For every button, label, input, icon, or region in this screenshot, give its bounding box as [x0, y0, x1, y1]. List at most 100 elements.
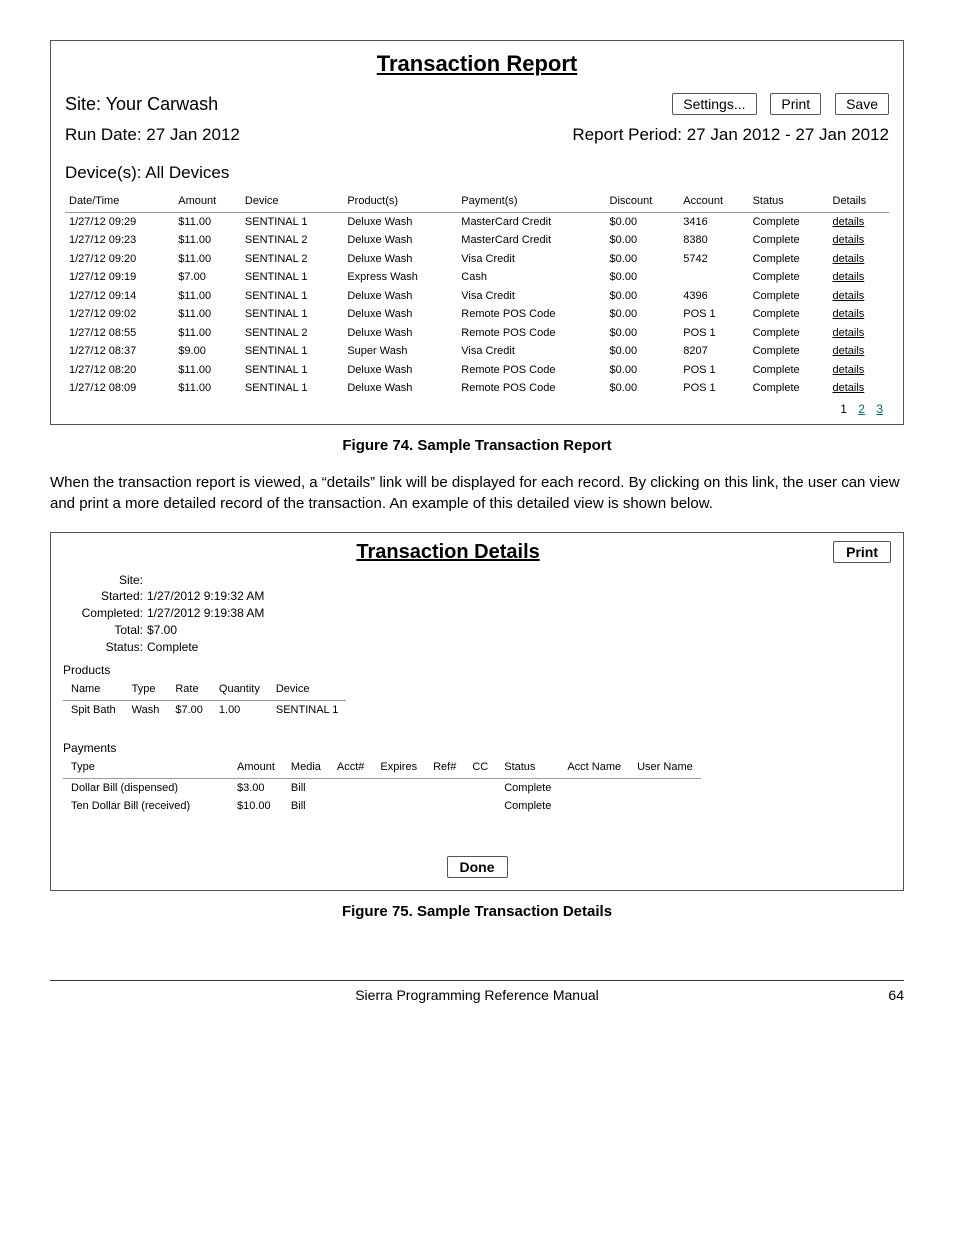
- cell-prod: Deluxe Wash: [343, 231, 457, 250]
- cell-dev: SENTINAL 1: [241, 287, 343, 306]
- details-link[interactable]: details: [833, 364, 865, 376]
- details-link[interactable]: details: [833, 290, 865, 302]
- payment-row: Ten Dollar Bill (received)$10.00Bill Comp…: [63, 797, 701, 816]
- meta-status-val: Complete: [147, 639, 198, 656]
- cell-amt: $11.00: [174, 250, 241, 269]
- pay-cell-acct: [329, 778, 373, 797]
- cell-dt: 1/27/12 08:09: [65, 379, 174, 398]
- cell-disc: $0.00: [606, 305, 680, 324]
- cell-acct: POS 1: [679, 324, 748, 343]
- pay-cell-media: Bill: [283, 778, 329, 797]
- meta-completed-val: 1/27/2012 9:19:38 AM: [147, 605, 264, 622]
- table-row: 1/27/12 09:14$11.00SENTINAL 1Deluxe Wash…: [65, 287, 889, 306]
- pay-col-username: User Name: [629, 757, 701, 778]
- col-account: Account: [679, 191, 748, 212]
- cell-disc: $0.00: [606, 231, 680, 250]
- pay-cell-status: Complete: [496, 797, 559, 816]
- details-print-button[interactable]: Print: [833, 541, 891, 563]
- pay-cell-acct: [329, 797, 373, 816]
- payments-table: Type Amount Media Acct# Expires Ref# CC …: [63, 757, 701, 816]
- cell-prod: Deluxe Wash: [343, 250, 457, 269]
- run-date: Run Date: 27 Jan 2012: [65, 125, 240, 145]
- cell-amt: $11.00: [174, 231, 241, 250]
- done-button[interactable]: Done: [447, 856, 508, 878]
- pay-cell-amt: $10.00: [229, 797, 283, 816]
- cell-dt: 1/27/12 09:19: [65, 268, 174, 287]
- cell-amt: $9.00: [174, 342, 241, 361]
- cell-pay: Remote POS Code: [457, 305, 605, 324]
- cell-dev: SENTINAL 1: [241, 268, 343, 287]
- cell-prod: Express Wash: [343, 268, 457, 287]
- transaction-table: Date/Time Amount Device Product(s) Payme…: [65, 191, 889, 398]
- details-link[interactable]: details: [833, 308, 865, 320]
- figure-74-caption: Figure 74. Sample Transaction Report: [50, 437, 904, 454]
- cell-pay: MasterCard Credit: [457, 231, 605, 250]
- pay-cell-cc: [464, 797, 496, 816]
- cell-prod: Super Wash: [343, 342, 457, 361]
- meta-status-key: Status:: [63, 639, 143, 656]
- table-row: 1/27/12 09:02$11.00SENTINAL 1Deluxe Wash…: [65, 305, 889, 324]
- details-link[interactable]: details: [833, 253, 865, 265]
- products-section-label: Products: [63, 663, 891, 677]
- cell-pay: Remote POS Code: [457, 361, 605, 380]
- cell-dt: 1/27/12 09:02: [65, 305, 174, 324]
- cell-amt: $11.00: [174, 287, 241, 306]
- page-link-3[interactable]: 3: [876, 402, 883, 416]
- details-link[interactable]: details: [833, 345, 865, 357]
- cell-prod: Deluxe Wash: [343, 324, 457, 343]
- prod-cell-dev: SENTINAL 1: [268, 700, 347, 719]
- report-buttons: Settings... Print Save: [662, 93, 889, 115]
- details-link[interactable]: details: [833, 216, 865, 228]
- settings-button[interactable]: Settings...: [672, 93, 756, 115]
- cell-pay: Visa Credit: [457, 250, 605, 269]
- details-link[interactable]: details: [833, 234, 865, 246]
- cell-acct: POS 1: [679, 305, 748, 324]
- meta-total-key: Total:: [63, 622, 143, 639]
- table-row: 1/27/12 09:23$11.00SENTINAL 2Deluxe Wash…: [65, 231, 889, 250]
- prod-col-type: Type: [124, 679, 168, 700]
- cell-acct: POS 1: [679, 361, 748, 380]
- cell-dev: SENTINAL 2: [241, 250, 343, 269]
- report-period: Report Period: 27 Jan 2012 - 27 Jan 2012: [572, 125, 889, 145]
- details-link[interactable]: details: [833, 271, 865, 283]
- col-payment: Payment(s): [457, 191, 605, 212]
- pay-cell-type: Ten Dollar Bill (received): [63, 797, 229, 816]
- cell-prod: Deluxe Wash: [343, 379, 457, 398]
- cell-pay: Cash: [457, 268, 605, 287]
- cell-amt: $11.00: [174, 361, 241, 380]
- pay-cell-amt: $3.00: [229, 778, 283, 797]
- pay-col-status: Status: [496, 757, 559, 778]
- payment-row: Dollar Bill (dispensed)$3.00BillComplete: [63, 778, 701, 797]
- pay-cell-media: Bill: [283, 797, 329, 816]
- cell-disc: $0.00: [606, 361, 680, 380]
- transaction-details-panel: Print Transaction Details Site: Started:…: [50, 532, 904, 891]
- cell-amt: $7.00: [174, 268, 241, 287]
- details-link[interactable]: details: [833, 382, 865, 394]
- print-button[interactable]: Print: [770, 93, 821, 115]
- prod-cell-qty: 1.00: [211, 700, 268, 719]
- table-row: 1/27/12 08:37$9.00SENTINAL 1Super WashVi…: [65, 342, 889, 361]
- table-row: 1/27/12 09:19$7.00SENTINAL 1Express Wash…: [65, 268, 889, 287]
- pay-cell-exp: [372, 797, 425, 816]
- cell-prod: Deluxe Wash: [343, 361, 457, 380]
- prod-cell-name: Spit Bath: [63, 700, 124, 719]
- prod-cell-type: Wash: [124, 700, 168, 719]
- col-discount: Discount: [606, 191, 680, 212]
- transaction-report-panel: Transaction Report Site: Your Carwash Se…: [50, 40, 904, 425]
- prod-col-rate: Rate: [167, 679, 211, 700]
- pay-cell-cc: [464, 778, 496, 797]
- table-row: 1/27/12 08:20$11.00SENTINAL 1Deluxe Wash…: [65, 361, 889, 380]
- cell-prod: Deluxe Wash: [343, 305, 457, 324]
- save-button[interactable]: Save: [835, 93, 889, 115]
- body-paragraph: When the transaction report is viewed, a…: [50, 472, 904, 514]
- pay-col-media: Media: [283, 757, 329, 778]
- cell-dt: 1/27/12 09:20: [65, 250, 174, 269]
- cell-dt: 1/27/12 08:37: [65, 342, 174, 361]
- col-details: Details: [829, 191, 890, 212]
- prod-cell-rate: $7.00: [167, 700, 211, 719]
- details-link[interactable]: details: [833, 327, 865, 339]
- cell-dt: 1/27/12 09:14: [65, 287, 174, 306]
- page-link-2[interactable]: 2: [858, 402, 865, 416]
- pay-cell-un: [629, 797, 701, 816]
- cell-dev: SENTINAL 2: [241, 231, 343, 250]
